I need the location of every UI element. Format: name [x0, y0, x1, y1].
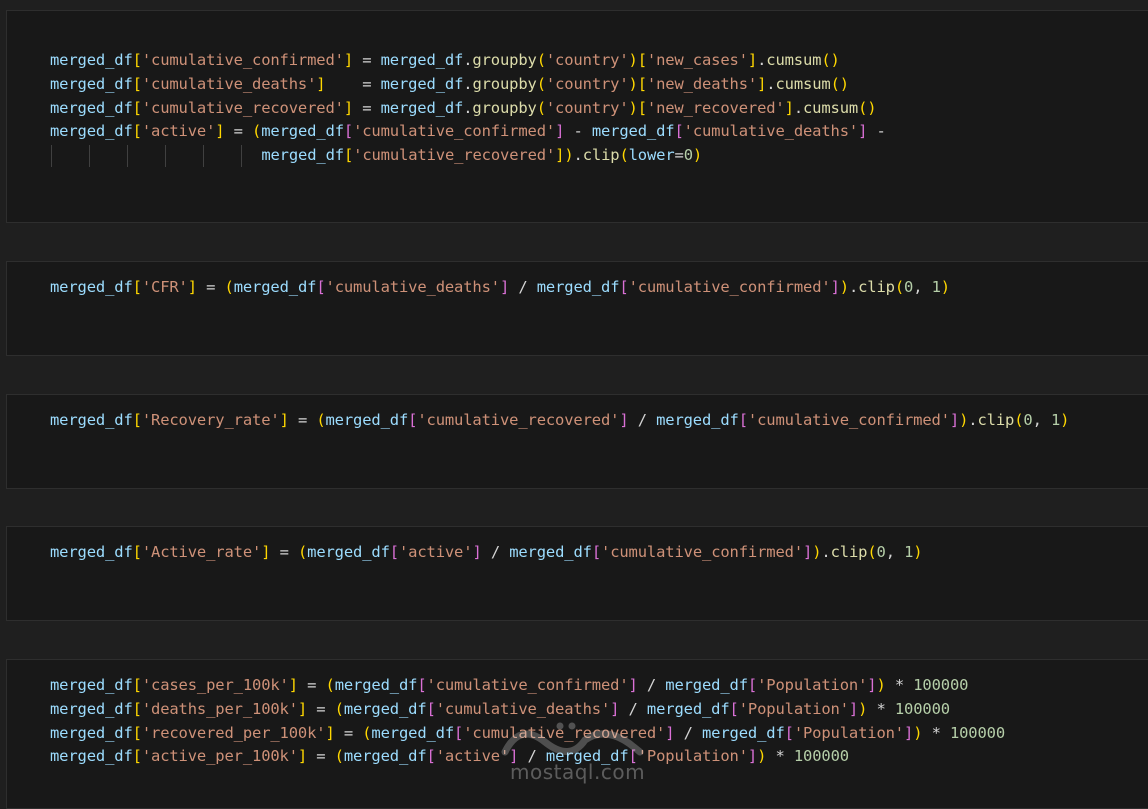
indent-guide — [241, 145, 242, 167]
code-cell-active-rate[interactable]: merged_df['Active_rate'] = (merged_df['a… — [6, 526, 1148, 621]
code-editor[interactable]: merged_df['Active_rate'] = (merged_df['a… — [50, 541, 923, 565]
indent-guide — [165, 145, 166, 167]
code-line: merged_df['CFR'] = (merged_df['cumulativ… — [50, 278, 950, 296]
code-editor[interactable]: merged_df['CFR'] = (merged_df['cumulativ… — [50, 276, 950, 300]
indent-guide — [51, 145, 52, 167]
code-line: merged_df['cumulative_deaths'] = merged_… — [50, 74, 849, 93]
code-editor[interactable]: merged_df['Recovery_rate'] = (merged_df[… — [50, 409, 1069, 433]
code-editor[interactable]: merged_df['cases_per_100k'] = (merged_df… — [50, 674, 1005, 769]
indent-guide — [203, 145, 204, 167]
code-line: merged_df['cumulative_recovered'] = merg… — [50, 98, 877, 117]
code-line: merged_df['Active_rate'] = (merged_df['a… — [50, 543, 923, 561]
code-cell-recovery-rate[interactable]: merged_df['Recovery_rate'] = (merged_df[… — [6, 394, 1148, 489]
code-line: merged_df['active'] = (merged_df['cumula… — [50, 122, 886, 141]
code-line: merged_df['active_per_100k'] = (merged_d… — [50, 747, 849, 766]
indent-guide — [89, 145, 90, 167]
code-line: merged_df['Recovery_rate'] = (merged_df[… — [50, 411, 1070, 429]
code-line: merged_df['cumulative_recovered']).clip(… — [261, 146, 703, 165]
code-cell-cfr[interactable]: merged_df['CFR'] = (merged_df['cumulativ… — [6, 261, 1148, 356]
code-line: merged_df['cases_per_100k'] = (merged_df… — [50, 676, 969, 694]
code-line: merged_df['cumulative_confirmed'] = merg… — [50, 51, 840, 69]
code-line: merged_df['deaths_per_100k'] = (merged_d… — [50, 699, 950, 718]
indent-guide — [127, 145, 128, 167]
code-editor[interactable]: merged_df['cumulative_confirmed'] = merg… — [50, 49, 886, 168]
code-cell-cumulative[interactable]: merged_df['cumulative_confirmed'] = merg… — [6, 10, 1148, 223]
code-cell-per-100k[interactable]: merged_df['cases_per_100k'] = (merged_df… — [6, 659, 1148, 809]
code-line: merged_df['recovered_per_100k'] = (merge… — [50, 723, 1006, 742]
